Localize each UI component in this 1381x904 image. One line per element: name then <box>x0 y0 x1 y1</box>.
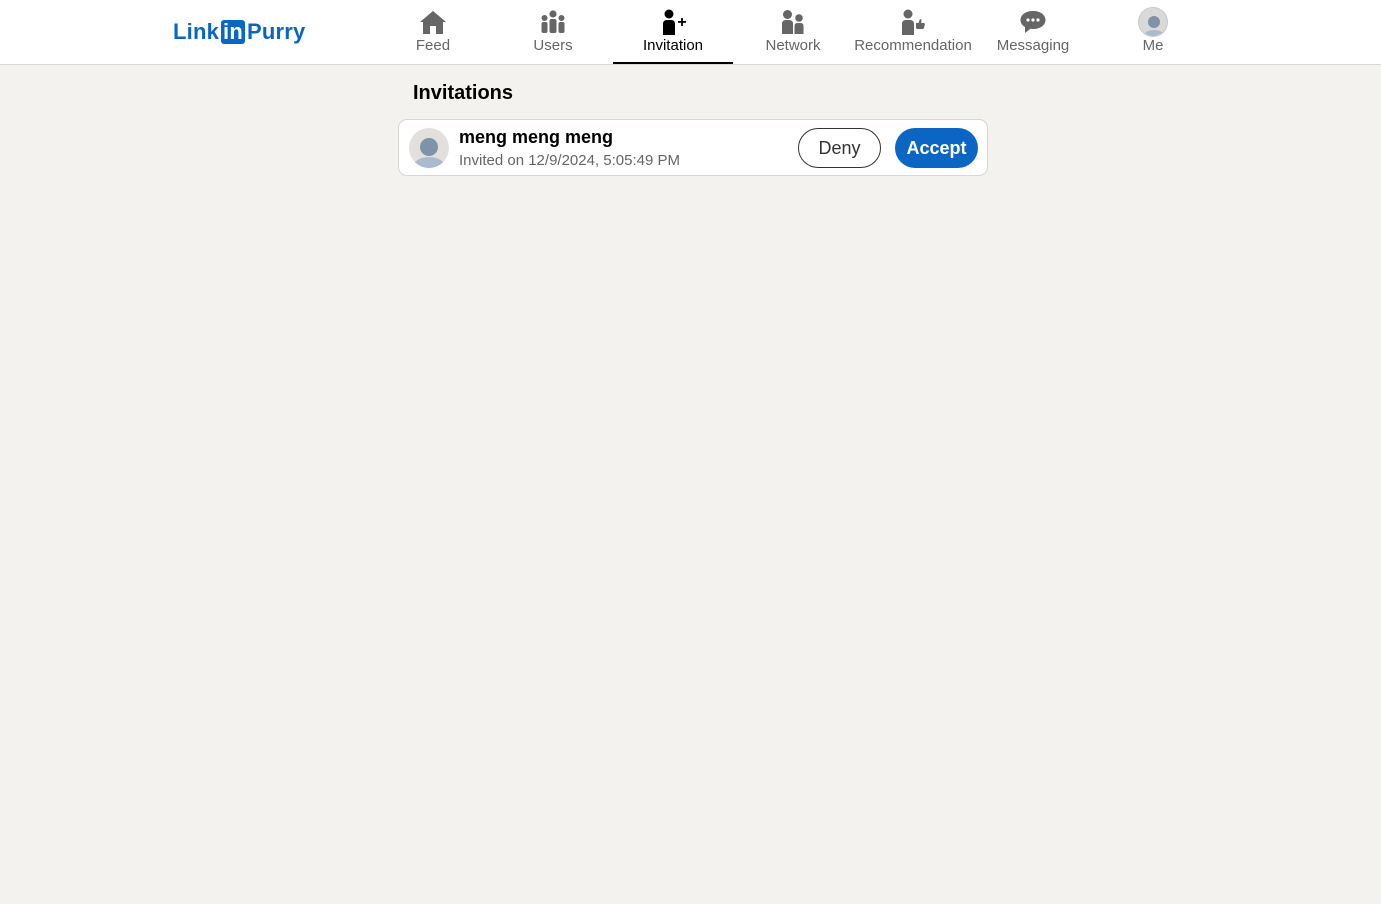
deny-button[interactable]: Deny <box>798 128 881 168</box>
logo-text-link: Link <box>173 19 220 44</box>
inviter-name[interactable]: meng meng meng <box>459 127 613 148</box>
home-icon <box>418 8 448 36</box>
nav-label-messaging: Messaging <box>996 37 1070 54</box>
linkinpurry-logo[interactable]: Link in Purry <box>173 18 305 46</box>
person-thumbsup-icon <box>898 8 928 36</box>
top-navigation-bar: Link in Purry Feed Users Invitation Netw… <box>0 0 1381 65</box>
users-icon <box>538 8 568 36</box>
main-nav: Feed Users Invitation Network Recommenda… <box>373 0 1213 64</box>
avatar[interactable] <box>409 128 449 168</box>
nav-item-users[interactable]: Users <box>493 0 613 64</box>
nav-item-network[interactable]: Network <box>733 0 853 64</box>
logo-text-purry: Purry <box>246 19 306 44</box>
invitation-date: Invited on 12/9/2024, 5:05:49 PM <box>459 152 680 169</box>
nav-label-invitation: Invitation <box>642 37 704 54</box>
chat-bubble-icon <box>1018 8 1048 36</box>
nav-item-me[interactable]: Me <box>1093 0 1213 64</box>
me-avatar-wrapper <box>1138 7 1168 37</box>
nav-item-recommendation[interactable]: Recommendation <box>853 0 973 64</box>
nav-label-network: Network <box>765 37 821 54</box>
nav-label-feed: Feed <box>415 37 451 54</box>
nav-label-users: Users <box>533 37 573 54</box>
nav-item-messaging[interactable]: Messaging <box>973 0 1093 64</box>
person-add-icon <box>658 8 688 36</box>
network-icon <box>778 8 808 36</box>
page-title: Invitations <box>413 82 514 104</box>
invitation-card: meng meng meng Invited on 12/9/2024, 5:0… <box>398 119 988 176</box>
accept-button[interactable]: Accept <box>895 128 978 168</box>
nav-item-invitation[interactable]: Invitation <box>613 0 733 64</box>
nav-item-feed[interactable]: Feed <box>373 0 493 64</box>
nav-label-recommendation: Recommendation <box>854 37 972 54</box>
nav-label-me: Me <box>1142 37 1164 54</box>
avatar <box>1138 7 1168 37</box>
logo-text-in: in <box>221 19 245 44</box>
